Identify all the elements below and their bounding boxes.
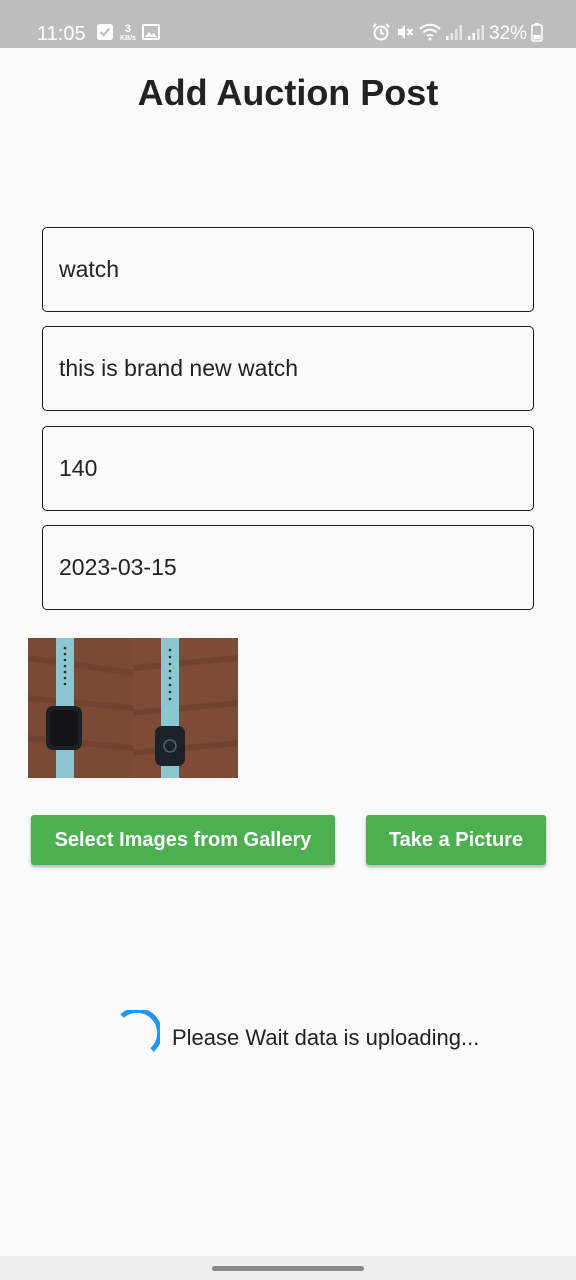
upload-progress: Please Wait data is uploading... bbox=[108, 1007, 480, 1067]
battery-icon bbox=[531, 22, 543, 47]
title-input[interactable] bbox=[43, 228, 533, 311]
status-left-icons: 3 KB/s bbox=[96, 22, 160, 46]
price-field[interactable] bbox=[42, 426, 534, 511]
battery-percentage: 32% bbox=[488, 23, 527, 44]
take-picture-button[interactable]: Take a Picture bbox=[366, 815, 546, 865]
price-input[interactable] bbox=[43, 427, 533, 510]
selected-image-thumbnail[interactable] bbox=[133, 638, 238, 778]
gallery-icon bbox=[141, 23, 160, 46]
mute-icon bbox=[395, 22, 415, 47]
selected-image-thumbnail[interactable] bbox=[28, 638, 133, 778]
end-date-input[interactable] bbox=[43, 526, 533, 609]
title-field[interactable] bbox=[42, 227, 534, 312]
loading-spinner-icon bbox=[108, 1007, 163, 1067]
netspeed-indicator: 3 KB/s bbox=[120, 23, 136, 43]
description-input[interactable] bbox=[43, 327, 533, 410]
navigation-bar bbox=[0, 1256, 576, 1280]
select-from-gallery-button[interactable]: Select Images from Gallery bbox=[31, 815, 335, 865]
signal-icon bbox=[467, 23, 485, 46]
description-field[interactable] bbox=[42, 326, 534, 411]
status-bar: 11:05 3 KB/s 32% bbox=[0, 0, 576, 48]
end-date-field[interactable] bbox=[42, 525, 534, 610]
home-gesture-handle[interactable] bbox=[212, 1266, 364, 1271]
signal-icon bbox=[445, 23, 463, 46]
page-title: Add Auction Post bbox=[137, 72, 439, 113]
check-icon bbox=[96, 23, 114, 46]
status-right-icons: 32% bbox=[371, 22, 543, 46]
status-time: 11:05 bbox=[37, 23, 86, 45]
wifi-icon bbox=[419, 22, 441, 47]
loading-message: Please Wait data is uploading... bbox=[172, 1025, 480, 1050]
alarm-icon bbox=[371, 22, 391, 47]
